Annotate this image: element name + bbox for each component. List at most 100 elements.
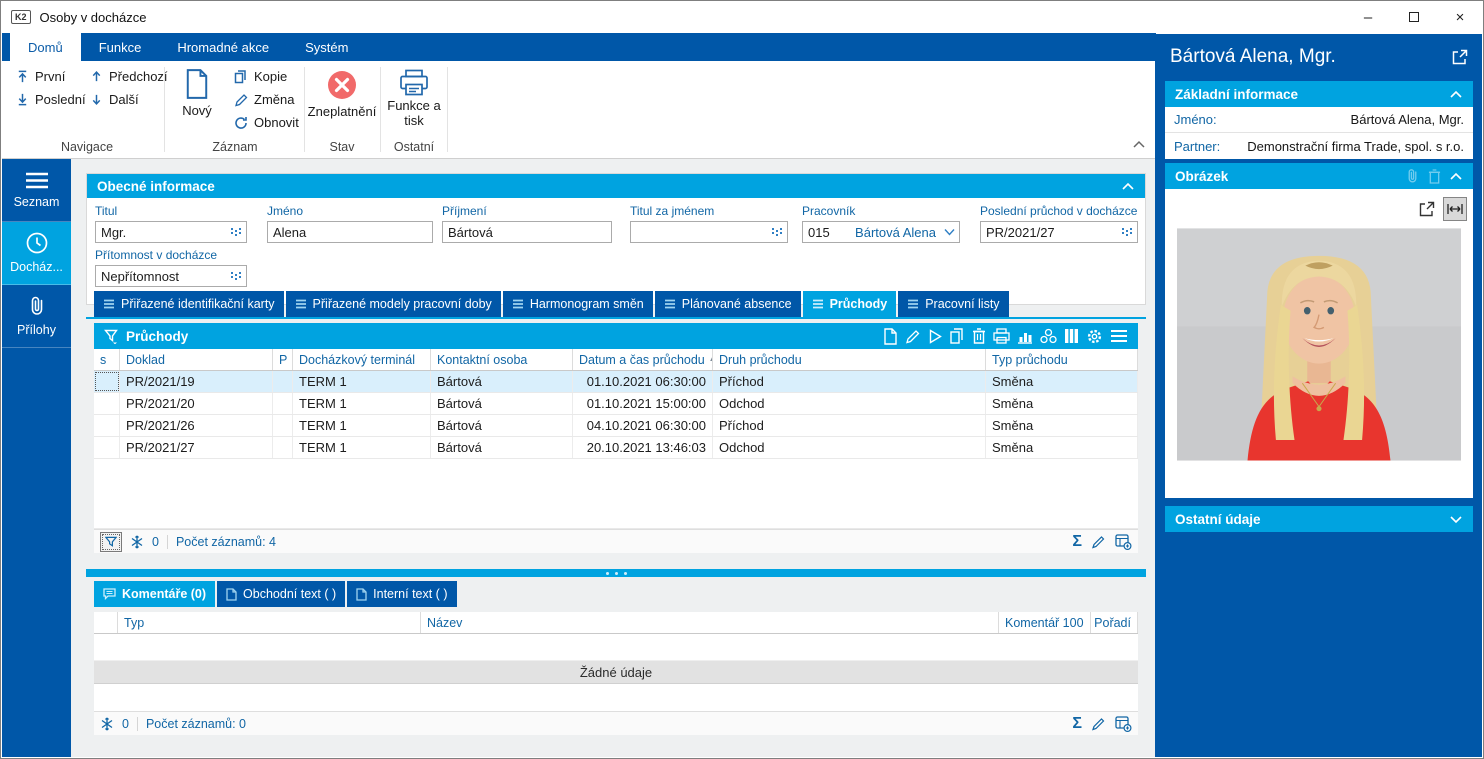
field-pracovnik: Pracovník 015 Bártová Alena [802, 204, 960, 243]
columns-icon[interactable] [1064, 328, 1079, 344]
close-button[interactable]: × [1437, 1, 1483, 33]
tab-pracovni-listy[interactable]: Pracovní listy [898, 291, 1008, 317]
change-button[interactable]: Změna [234, 92, 294, 107]
column-header-p[interactable]: P [273, 349, 293, 370]
column-header-doklad[interactable]: Doklad [120, 349, 273, 370]
tab-harmonogram-smen[interactable]: Harmonogram směn [503, 291, 653, 317]
column-header-datum[interactable]: Datum a čas průchodu▲ [573, 349, 713, 370]
external-link-icon [1452, 49, 1468, 65]
open-in-window-button[interactable] [1452, 49, 1468, 68]
ribbon-tab-funkce[interactable]: Funkce [81, 33, 160, 61]
settings-gear-icon[interactable] [1086, 328, 1103, 345]
sum-button[interactable]: Σ [1072, 715, 1082, 733]
titul-combo[interactable]: Mgr. [95, 221, 247, 243]
pinned-rows-icon[interactable] [130, 535, 144, 549]
previous-button[interactable]: Předchozí [90, 69, 168, 84]
grid-settings-icon[interactable] [1115, 716, 1132, 732]
tab-identifikacni-karty[interactable]: Přiřazené identifikační karty [94, 291, 284, 317]
footer-filter-button[interactable] [100, 532, 122, 552]
functions-print-button[interactable]: Funkce a tisk [385, 69, 443, 129]
comments-tab-strip: Komentáře (0) Obchodní text ( ) Interní … [94, 581, 457, 607]
column-header-nazev[interactable]: Název [421, 612, 999, 633]
delete-image-icon[interactable] [1428, 169, 1441, 184]
document-icon [356, 588, 367, 601]
table-row[interactable]: PR/2021/19 TERM 1 Bártová 01.10.2021 06:… [94, 371, 1138, 393]
ribbon-tab-hromadne-akce[interactable]: Hromadné akce [159, 33, 287, 61]
sidebar-item-dochazka[interactable]: Docház... [2, 222, 71, 285]
prijmeni-input[interactable]: Bártová [442, 221, 612, 243]
ribbon-tab-domu[interactable]: Domů [10, 33, 81, 61]
fit-width-button[interactable] [1443, 197, 1467, 221]
column-header-typ[interactable]: Typ průchodu [986, 349, 1138, 370]
comments-footer: 0 Počet záznamů: 0 Σ [94, 711, 1138, 735]
row-selector-cell[interactable] [94, 371, 120, 392]
new-button[interactable]: Nový [174, 69, 220, 118]
minimize-button[interactable]: – [1345, 1, 1391, 33]
grid-title: Průchody [126, 329, 188, 344]
sum-button[interactable]: Σ [1072, 533, 1082, 551]
last-button[interactable]: Poslední [16, 92, 86, 107]
jmeno-input[interactable]: Alena [267, 221, 433, 243]
record-count: Počet záznamů: 0 [146, 717, 246, 731]
ribbon-tab-system[interactable]: Systém [287, 33, 366, 61]
column-header-kontakt[interactable]: Kontaktní osoba [431, 349, 573, 370]
maximize-button[interactable] [1391, 1, 1437, 33]
posledni-pruchod-combo[interactable]: PR/2021/27 [980, 221, 1138, 243]
grid-column-headers: s Doklad P Docházkový terminál Kontaktní… [94, 349, 1138, 371]
tab-planovane-absence[interactable]: Plánované absence [655, 291, 801, 317]
pracovnik-combo[interactable]: 015 Bártová Alena [802, 221, 960, 243]
column-header-typ[interactable]: Typ [118, 612, 421, 633]
sidebar-item-seznam[interactable]: Seznam [2, 159, 71, 222]
run-icon[interactable] [928, 329, 942, 344]
tab-pruchody[interactable]: Průchody [803, 291, 897, 317]
pinned-rows-icon[interactable] [100, 717, 114, 731]
edit-footer-icon[interactable] [1091, 716, 1106, 731]
print-icon[interactable] [993, 328, 1010, 344]
expand-section-button[interactable] [1449, 512, 1463, 527]
grid-menu-icon[interactable] [1110, 329, 1128, 343]
ribbon-collapse-button[interactable] [1132, 137, 1146, 152]
tab-komentare[interactable]: Komentáře (0) [94, 581, 215, 607]
filter-icon [105, 536, 117, 548]
column-header-s[interactable]: s [94, 349, 120, 370]
delete-icon[interactable] [972, 328, 986, 344]
first-button[interactable]: První [16, 69, 65, 84]
tab-modely-pracovni-doby[interactable]: Přiřazené modely pracovní doby [286, 291, 501, 317]
next-button[interactable]: Další [90, 92, 139, 107]
tab-obchodni-text[interactable]: Obchodní text ( ) [217, 581, 345, 607]
person-photo [1177, 226, 1461, 463]
column-header-poradi[interactable]: Pořadí [1091, 612, 1138, 633]
collapse-section-button[interactable] [1121, 179, 1135, 194]
tab-interni-text[interactable]: Interní text ( ) [347, 581, 456, 607]
refresh-button[interactable]: Obnovit [234, 115, 299, 130]
collapse-section-button[interactable] [1449, 87, 1463, 102]
grid-settings-icon[interactable] [1115, 534, 1132, 550]
attach-image-icon[interactable] [1405, 168, 1420, 184]
field-titul: Titul Mgr. [95, 204, 247, 243]
collapse-section-button[interactable] [1449, 169, 1463, 184]
copy-record-icon[interactable] [949, 328, 965, 344]
titul-za-jmenem-combo[interactable] [630, 221, 788, 243]
table-row[interactable]: PR/2021/20 TERM 1 Bártová 01.10.2021 15:… [94, 393, 1138, 415]
edit-footer-icon[interactable] [1091, 534, 1106, 549]
table-row[interactable]: PR/2021/27 TERM 1 Bártová 20.10.2021 13:… [94, 437, 1138, 459]
invalidate-button[interactable]: Zneplatnění [308, 69, 376, 119]
new-record-icon[interactable] [882, 328, 898, 345]
workflow-icon[interactable] [1040, 328, 1057, 344]
pritomnost-combo[interactable]: Nepřítomnost [95, 265, 247, 287]
section-zakladni-informace: Základní informace Jméno: Bártová Alena,… [1165, 81, 1473, 159]
copy-button[interactable]: Kopie [234, 69, 287, 84]
sidebar-item-prilohy[interactable]: Přílohy [2, 285, 71, 348]
column-header-terminal[interactable]: Docházkový terminál [293, 349, 431, 370]
column-header-druh[interactable]: Druh průchodu [713, 349, 986, 370]
open-image-button[interactable] [1415, 197, 1439, 221]
table-row[interactable]: PR/2021/26 TERM 1 Bártová 04.10.2021 06:… [94, 415, 1138, 437]
field-titul-za-jmenem: Titul za jménem [630, 204, 788, 243]
chevron-up-icon [1449, 90, 1463, 99]
column-header-komentar[interactable]: Komentář 100 [999, 612, 1091, 633]
edit-icon[interactable] [905, 328, 921, 344]
chart-icon[interactable] [1017, 329, 1033, 344]
main-area: Obecné informace Titul Mgr. Jméno Alena … [71, 159, 1157, 757]
pinned-count: 0 [152, 535, 159, 549]
horizontal-splitter[interactable] [86, 569, 1146, 577]
